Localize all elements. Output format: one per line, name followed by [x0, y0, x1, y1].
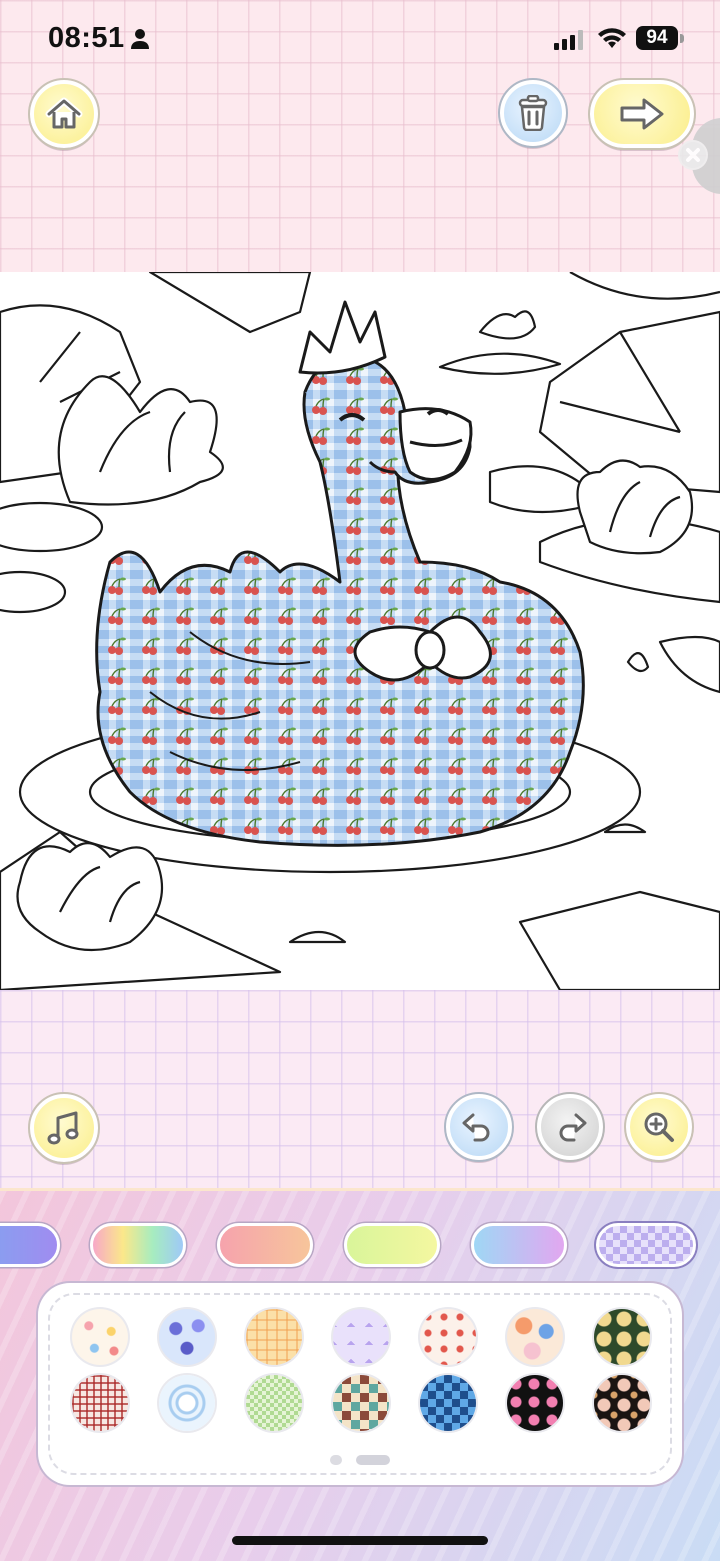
home-button[interactable] — [28, 78, 100, 150]
swatch-black-floral[interactable] — [594, 1375, 650, 1431]
wifi-icon — [597, 27, 627, 49]
music-button[interactable] — [28, 1092, 100, 1164]
cellular-signal-icon — [554, 30, 586, 50]
trash-button[interactable] — [498, 78, 568, 148]
next-button[interactable] — [588, 78, 696, 150]
close-icon — [678, 140, 708, 170]
swatch-green-damask[interactable] — [594, 1309, 650, 1365]
trash-icon — [516, 95, 550, 131]
zoom-button[interactable] — [624, 1092, 694, 1162]
swatch-lavender-tiles[interactable] — [333, 1309, 389, 1365]
swatch-panel — [38, 1283, 682, 1485]
category-blue-gradient[interactable] — [0, 1223, 60, 1267]
swatch-strawberry-dots[interactable] — [420, 1309, 476, 1365]
middle-background — [0, 990, 720, 1188]
person-icon — [130, 28, 150, 50]
battery-level: 94 — [636, 26, 678, 50]
swatch-red-plaid[interactable] — [72, 1375, 128, 1431]
swatch-bears-plaid[interactable] — [246, 1309, 302, 1365]
zoom-in-icon — [641, 1109, 677, 1145]
swatch-green-gingham[interactable] — [246, 1375, 302, 1431]
redo-icon — [552, 1111, 588, 1143]
music-note-icon — [47, 1110, 81, 1146]
palette-area — [0, 1188, 720, 1561]
coloring-canvas[interactable] — [0, 272, 720, 990]
swatch-patchwork[interactable] — [333, 1375, 389, 1431]
swatch-pink-hearts[interactable] — [507, 1375, 563, 1431]
swatch-retro-flowers[interactable] — [507, 1309, 563, 1365]
page-indicator-1[interactable] — [330, 1455, 342, 1465]
home-indicator[interactable] — [232, 1536, 488, 1545]
swatch-blue-tulips[interactable] — [159, 1309, 215, 1365]
status-bar: 08:51 94 — [0, 0, 720, 78]
category-rainbow[interactable] — [90, 1223, 186, 1267]
category-peach[interactable] — [217, 1223, 313, 1267]
category-blue-pink[interactable] — [471, 1223, 567, 1267]
category-lime[interactable] — [344, 1223, 440, 1267]
redo-button[interactable] — [535, 1092, 605, 1162]
swatch-blue-argyle[interactable] — [420, 1375, 476, 1431]
undo-icon — [461, 1111, 497, 1143]
home-icon — [45, 97, 83, 131]
swatch-floral-cream[interactable] — [72, 1309, 128, 1365]
category-pattern-gingham[interactable] — [596, 1223, 696, 1267]
page-indicator-2[interactable] — [356, 1455, 390, 1465]
undo-button[interactable] — [444, 1092, 514, 1162]
swatch-blue-circles[interactable] — [159, 1375, 215, 1431]
status-time: 08:51 — [48, 22, 125, 54]
battery-tip — [680, 34, 684, 43]
arrow-right-icon — [618, 97, 666, 131]
